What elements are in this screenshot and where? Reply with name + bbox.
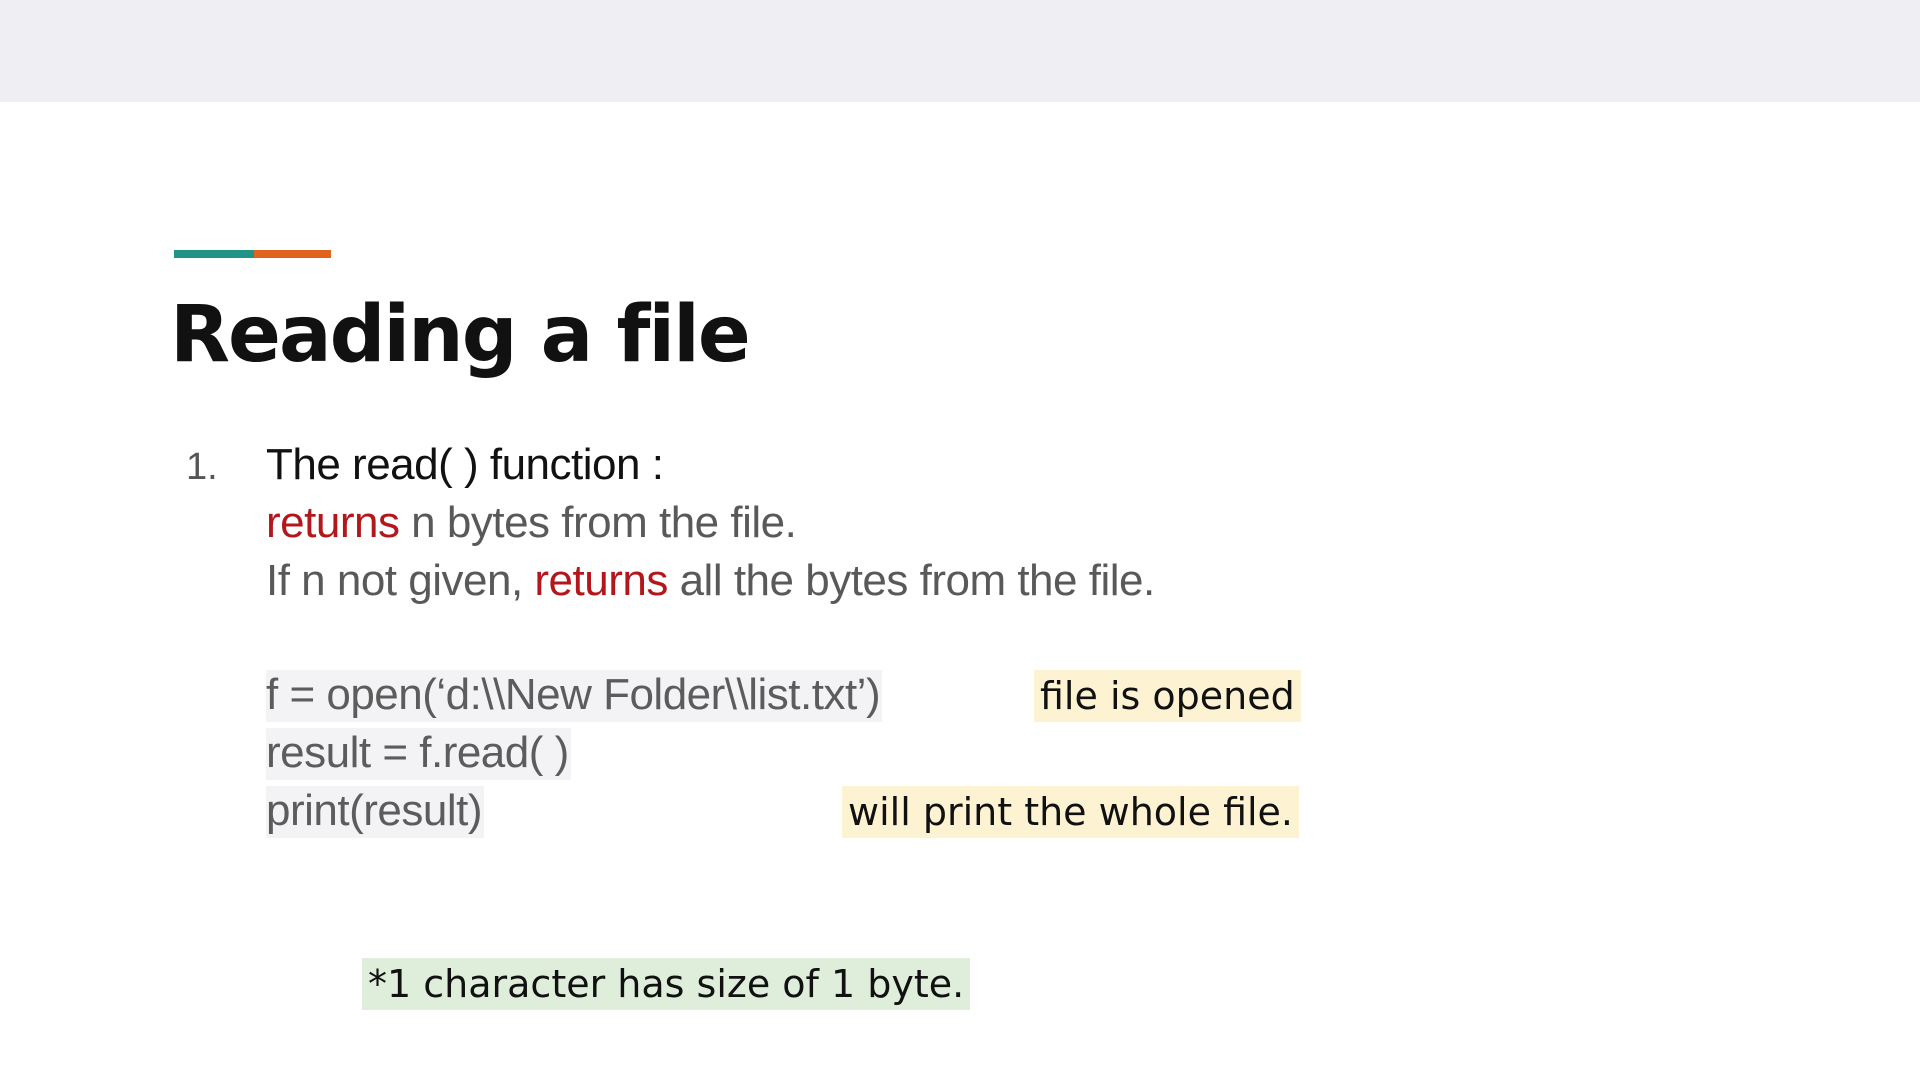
code-line-print: print(result) (266, 786, 484, 838)
slide: Reading a file 1. The read( ) function :… (0, 0, 1920, 1080)
annotation-print-whole-file: will print the whole file. (842, 786, 1300, 838)
accent-bar-teal (174, 250, 254, 258)
annotation-file-opened: file is opened (1034, 670, 1301, 722)
description-text: all the bytes from the file. (667, 556, 1156, 605)
accent-bar-orange (254, 250, 331, 258)
top-band (0, 0, 1920, 102)
title-accent-bar (174, 250, 331, 258)
code-line-open: f = open(‘d:\\New Folder\\list.txt’) (266, 670, 883, 722)
description-text: n bytes from the file. (399, 498, 797, 547)
list-heading: The read( ) function : (266, 440, 664, 489)
annotation-character-size: *1 character has size of 1 byte. (362, 958, 971, 1010)
list-number: 1. (186, 446, 218, 488)
code-line-read: result = f.read( ) (266, 728, 571, 780)
description-line-2: If n not given, returns all the bytes fr… (266, 556, 1155, 606)
keyword-returns: returns (534, 556, 668, 605)
description-line-1: returns n bytes from the file. (266, 498, 797, 548)
description-text: If n not given, (266, 556, 535, 605)
keyword-returns: returns (266, 498, 400, 547)
slide-title: Reading a file (170, 290, 751, 380)
